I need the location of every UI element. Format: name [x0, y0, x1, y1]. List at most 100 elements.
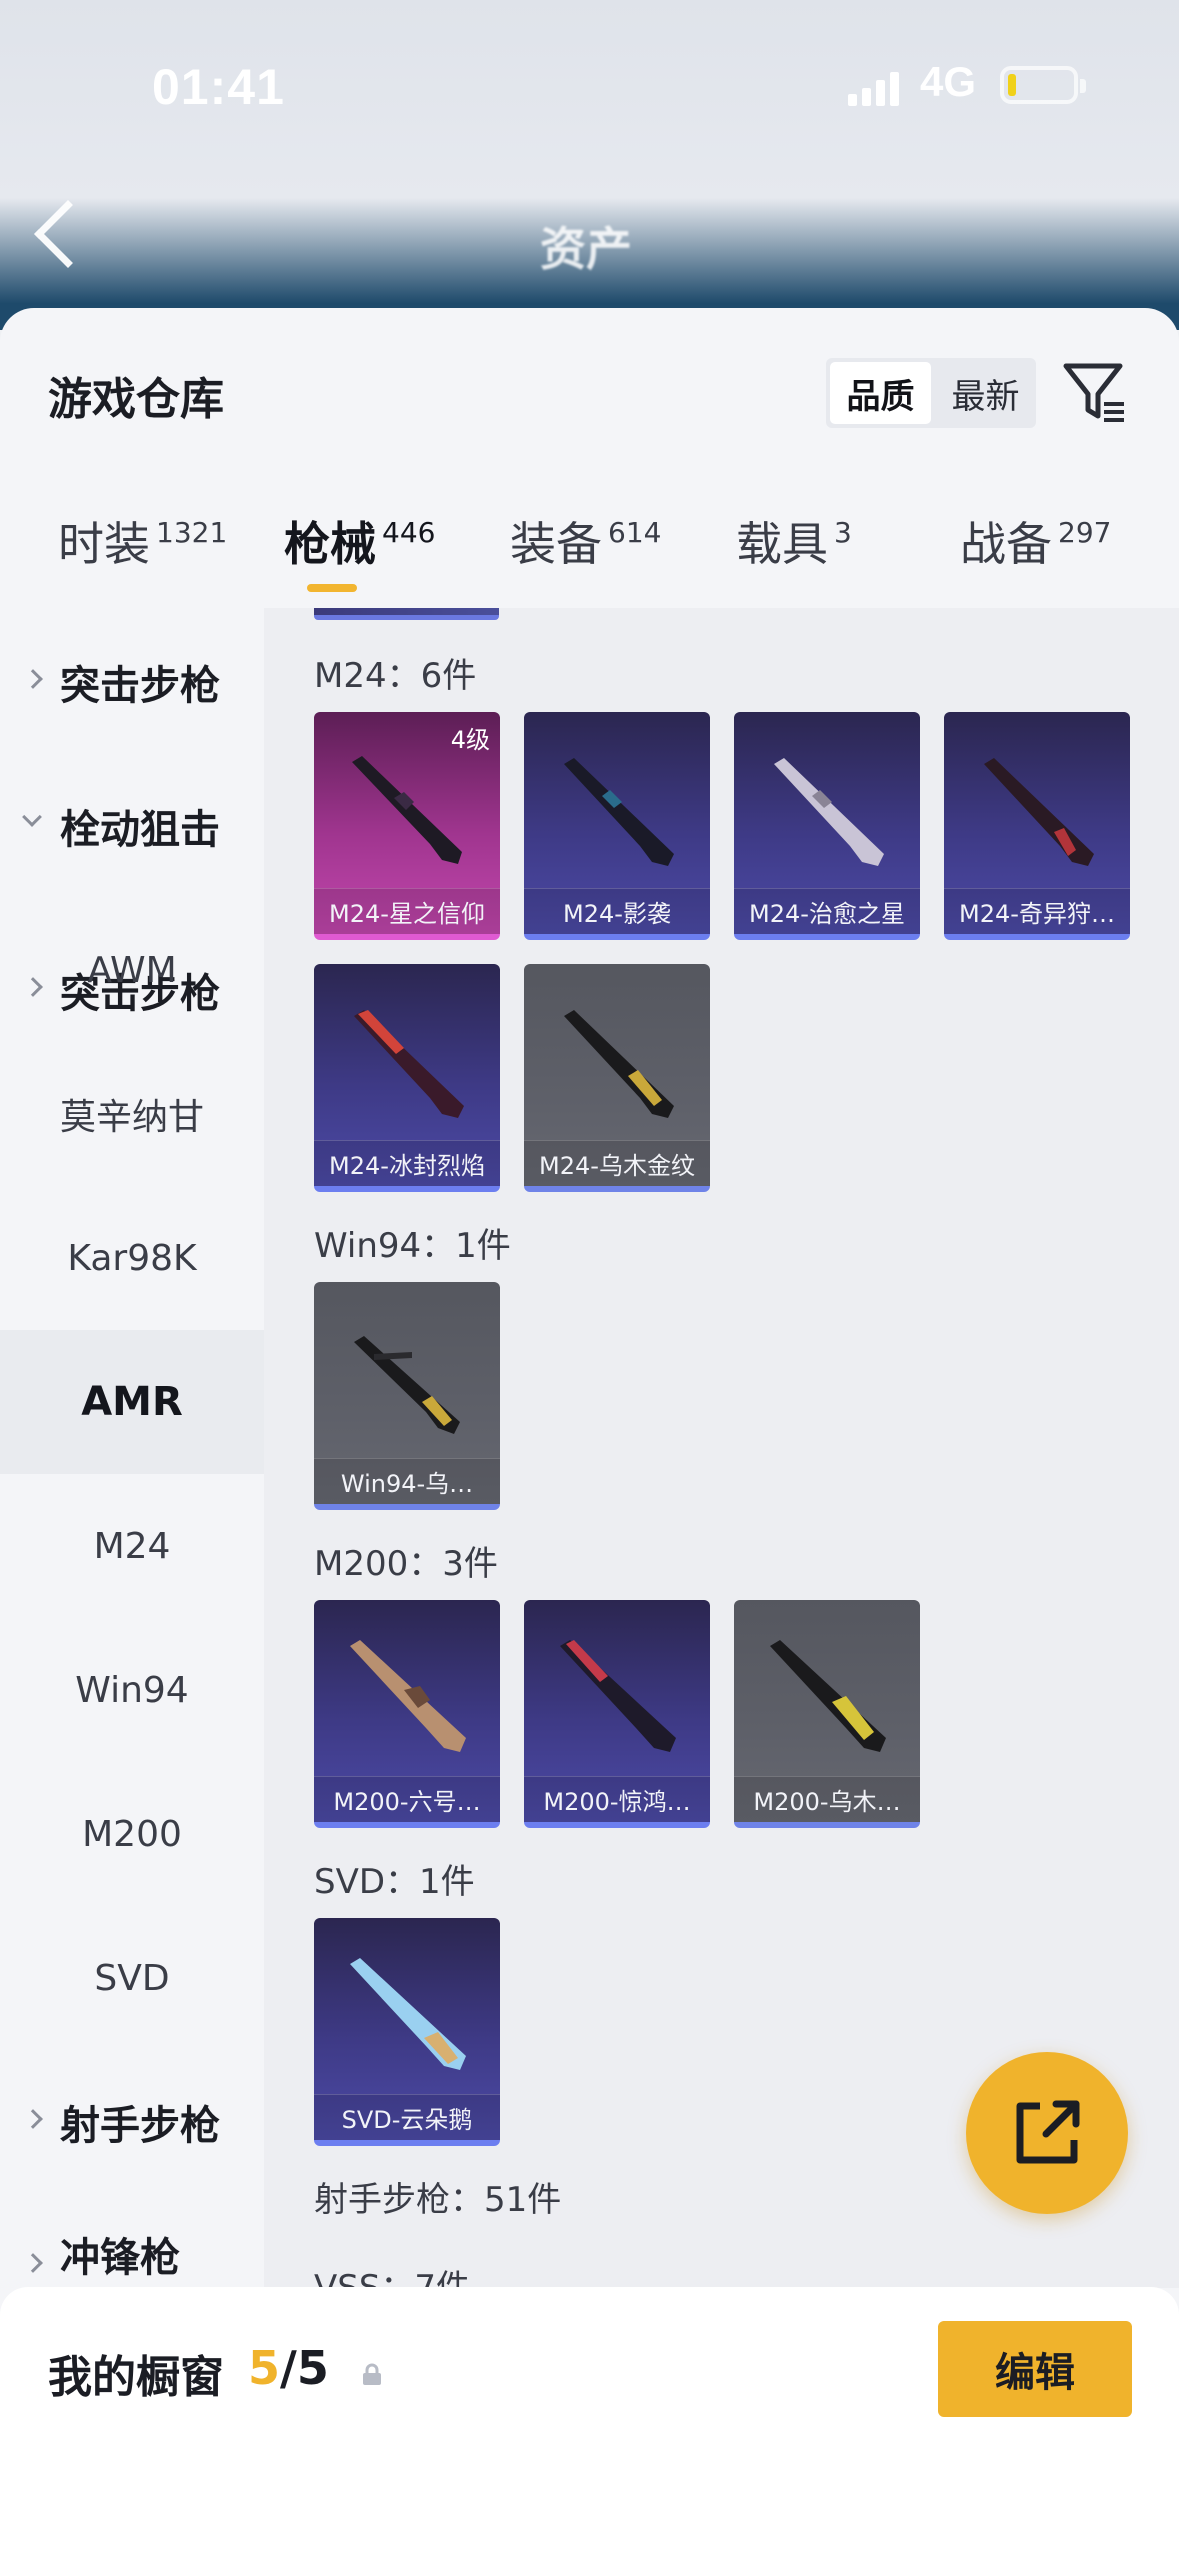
tab-count: 614: [608, 516, 662, 549]
item-card[interactable]: M200-六号…: [314, 1600, 500, 1828]
item-card[interactable]: M24-奇异狩…: [944, 712, 1130, 940]
item-name: M24-治愈之星: [734, 888, 920, 934]
tab-count: 446: [382, 516, 436, 549]
showcase-total: 5: [296, 2341, 329, 2395]
sort-option-quality[interactable]: 品质: [830, 362, 931, 424]
item-name: M24-冰封烈焰: [314, 1140, 500, 1186]
item-card[interactable]: M24-影袭: [524, 712, 710, 940]
background-page-title: 资产: [540, 222, 632, 276]
lock-icon: [363, 2363, 381, 2385]
rifle-icon: [564, 1010, 674, 1118]
rifle-icon: [350, 1958, 466, 2070]
rifle-icon: [564, 758, 674, 866]
rifle-icon: [354, 1336, 460, 1434]
share-icon: [1016, 2100, 1080, 2164]
item-name: SVD-云朵鹅: [314, 2094, 500, 2140]
section-label-m200: M200：3件: [314, 1544, 498, 1584]
tab-count: 3: [834, 516, 852, 549]
sheet-title: 游戏仓库: [48, 374, 224, 425]
item-card[interactable]: M24-乌木金纹: [524, 964, 710, 1192]
status-time: 01:41: [152, 59, 285, 115]
item-name: M200-惊鸿…: [524, 1776, 710, 1822]
showcase-used: 5: [248, 2341, 281, 2395]
tab-count: 297: [1058, 516, 1112, 549]
item-card[interactable]: Win94-乌…: [314, 1282, 500, 1510]
chevron-right-icon: [23, 2109, 43, 2129]
rifle-icon: [770, 1640, 886, 1752]
sidebar-item-m24[interactable]: M24: [0, 1474, 264, 1618]
tab-firearms[interactable]: 枪械 446: [284, 508, 435, 608]
sidebar-item-m200[interactable]: M200: [0, 1762, 264, 1906]
item-name: M200-六号…: [314, 1776, 500, 1822]
share-button[interactable]: [966, 2052, 1128, 2214]
section-label-vss: VSS：7件: [314, 2268, 471, 2288]
sidebar-item-win94[interactable]: Win94: [0, 1618, 264, 1762]
rifle-icon: [354, 1010, 464, 1118]
item-card[interactable]: M200-惊鸿…: [524, 1600, 710, 1828]
background-header: 01:41 4G 资产: [0, 0, 1179, 330]
section-label-win94: Win94：1件: [314, 1226, 511, 1266]
sort-toggle: 品质 最新: [826, 358, 1036, 428]
status-bar: 01:41 4G: [0, 0, 1179, 170]
rifle-icon: [774, 758, 884, 866]
item-card[interactable]: M24-治愈之星: [734, 712, 920, 940]
tab-label: 载具: [736, 517, 828, 571]
chevron-right-icon: [23, 2253, 43, 2273]
item-card[interactable]: M200-乌木…: [734, 1600, 920, 1828]
network-type: 4G: [920, 58, 977, 105]
sort-option-latest[interactable]: 最新: [935, 358, 1036, 428]
item-card[interactable]: SVD-云朵鹅: [314, 1918, 500, 2146]
section-label-m24: M24：6件: [314, 656, 477, 696]
tab-equipment[interactable]: 装备 614: [510, 508, 661, 608]
sidebar-item-mosin-nagant[interactable]: 莫辛纳甘: [0, 1042, 264, 1186]
sidebar-item-kar98k[interactable]: Kar98K: [0, 1186, 264, 1330]
rifle-icon: [560, 1640, 676, 1752]
chevron-right-icon: [23, 669, 43, 689]
item-card[interactable]: 4级 M24-星之信仰: [314, 712, 500, 940]
showcase-slash: /: [280, 2341, 297, 2395]
section-label-marksman-rifles: 射手步枪：51件: [314, 2180, 562, 2220]
showcase-count: 5/5: [248, 2341, 329, 2395]
showcase-label: 我的橱窗: [48, 2352, 224, 2403]
sidebar-item-amr[interactable]: AMR: [0, 1330, 264, 1474]
item-name: M24-影袭: [524, 888, 710, 934]
rifle-icon: [350, 1640, 466, 1752]
tab-label: 枪械: [284, 517, 376, 571]
item-name: M24-星之信仰: [314, 888, 500, 934]
sidebar-item-label: 栓动狙击: [60, 807, 220, 853]
sidebar-group-bolt-action-snipers[interactable]: 栓动狙击: [0, 754, 264, 898]
tab-count: 1321: [156, 516, 228, 549]
sidebar-item-svd[interactable]: SVD: [0, 1906, 264, 2050]
item-card[interactable]: M24-冰封烈焰: [314, 964, 500, 1192]
item-grid-area: M24：6件 4级 M24-星之信仰 M24-影袭 M24-治愈之星 M24-奇…: [264, 608, 1179, 2288]
tab-vehicles[interactable]: 载具 3: [736, 508, 852, 608]
battery-icon: [1000, 66, 1086, 104]
rifle-icon: [984, 758, 1094, 866]
sidebar-group-assault-rifles[interactable]: 突击步枪: [0, 610, 264, 754]
item-name: M200-乌木…: [734, 1776, 920, 1822]
active-tab-indicator: [307, 584, 357, 592]
filter-icon[interactable]: [1062, 358, 1128, 424]
showcase-panel: 我的橱窗 5/5 编辑: [0, 2287, 1179, 2556]
sidebar-item-label: 突击步枪: [60, 663, 220, 709]
section-label-svd: SVD：1件: [314, 1862, 475, 1902]
rifle-icon: [352, 756, 462, 864]
tab-label: 战备: [960, 517, 1052, 571]
sidebar-item-awm[interactable]: AWM: [0, 898, 264, 1042]
edit-button[interactable]: 编辑: [938, 2321, 1132, 2417]
partial-card-strip: [314, 608, 499, 620]
tab-fashion[interactable]: 时装 1321: [58, 508, 227, 608]
tab-supplies[interactable]: 战备 297: [960, 508, 1111, 608]
category-tabs: 时装 1321 枪械 446 装备 614 载具 3 战备 297: [0, 508, 1179, 608]
sidebar-item-label: 冲锋枪: [60, 2235, 180, 2281]
item-name: Win94-乌…: [314, 1458, 500, 1504]
back-arrow-icon[interactable]: [34, 200, 102, 268]
item-name: M24-乌木金纹: [524, 1140, 710, 1186]
sidebar-group-marksman-rifles[interactable]: 射手步枪: [0, 2050, 264, 2194]
tab-label: 装备: [510, 517, 602, 571]
item-name: M24-奇异狩…: [944, 888, 1130, 934]
tab-label: 时装: [58, 517, 150, 571]
signal-icon: [848, 70, 908, 106]
chevron-down-icon: [22, 807, 42, 827]
sidebar-item-label: 射手步枪: [60, 2103, 220, 2149]
